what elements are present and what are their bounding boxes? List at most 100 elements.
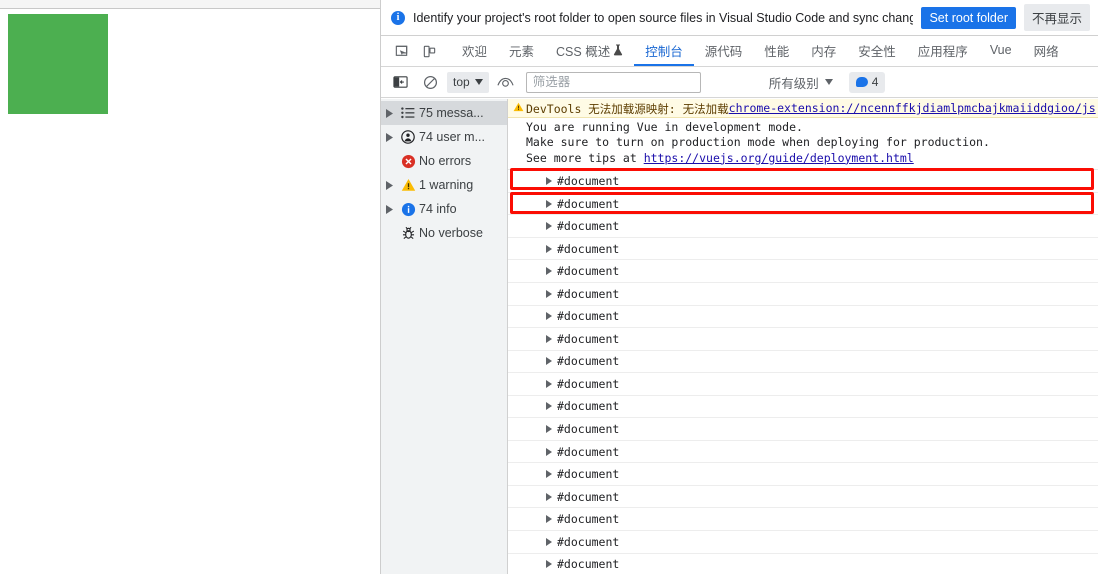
tab-application[interactable]: 应用程序 (907, 36, 979, 66)
expand-arrow-icon[interactable] (546, 176, 552, 185)
error-icon (397, 154, 419, 169)
document-row[interactable]: #document (508, 486, 1098, 509)
document-row-label: #document (557, 422, 620, 436)
source-map-warning-link[interactable]: chrome-extension://ncennffkjdiamlpmcbajk… (729, 101, 1096, 115)
tab-label: 元素 (509, 44, 535, 59)
flask-icon (613, 44, 623, 56)
document-row[interactable]: #document (508, 351, 1098, 374)
expand-arrow-icon[interactable] (546, 289, 552, 298)
vue-dev-mode-message: You are running Vue in development mode.… (508, 118, 1098, 171)
tab-label: 内存 (811, 44, 837, 59)
document-row[interactable]: #document (508, 531, 1098, 554)
expand-arrow-icon[interactable] (546, 379, 552, 388)
document-row[interactable]: #document (508, 508, 1098, 531)
sidebar-item-label: 74 user m... (419, 130, 485, 144)
sidebar-item-verbose[interactable]: No verbose (381, 221, 507, 245)
user-message-icon (397, 130, 419, 144)
devtools-panel: i Identify your project's root folder to… (380, 0, 1098, 574)
tab-welcome[interactable]: 欢迎 (451, 36, 498, 66)
document-row[interactable]: #document (508, 463, 1098, 486)
document-row[interactable]: #document (508, 396, 1098, 419)
expand-arrow-icon[interactable] (546, 560, 552, 569)
expand-arrow-icon[interactable] (546, 199, 552, 208)
tab-label: CSS 概述 (556, 44, 611, 59)
expand-arrow-icon[interactable] (546, 492, 552, 501)
source-map-warning-row[interactable]: DevTools 无法加载源映射: 无法加载 chrome-extension:/… (508, 99, 1098, 118)
document-row[interactable]: #document (508, 306, 1098, 329)
console-body: 75 messa... 74 user m... No errors 1 war… (381, 99, 1098, 574)
expand-arrow-icon[interactable] (381, 132, 397, 142)
tab-vue[interactable]: Vue (979, 36, 1023, 66)
chevron-down-icon (474, 79, 483, 85)
expand-arrow-icon[interactable] (546, 357, 552, 366)
document-row[interactable]: #document (508, 170, 1098, 193)
document-row[interactable]: #document (508, 238, 1098, 261)
tab-label: 源代码 (704, 44, 743, 59)
issues-badge[interactable]: 4 (848, 71, 886, 93)
expand-arrow-icon[interactable] (546, 447, 552, 456)
set-root-folder-button[interactable]: Set root folder (921, 6, 1016, 29)
expand-arrow-icon[interactable] (546, 470, 552, 479)
tab-memory[interactable]: 内存 (800, 36, 847, 66)
sidebar-item-label: 74 info (419, 202, 457, 216)
document-row-label: #document (557, 354, 620, 369)
sidebar-item-errors[interactable]: No errors (381, 149, 507, 173)
document-row-label: #document (557, 399, 620, 414)
document-row[interactable]: #document (508, 283, 1098, 306)
tab-css-overview[interactable]: CSS 概述 (545, 36, 634, 66)
expand-arrow-icon[interactable] (381, 108, 397, 118)
expand-arrow-icon[interactable] (546, 267, 552, 276)
console-sidebar-icon[interactable] (387, 71, 413, 93)
tab-sources[interactable]: 源代码 (694, 36, 754, 66)
vue-message-line-1: You are running Vue in development mode. (526, 120, 803, 134)
document-row[interactable]: #document (508, 418, 1098, 441)
tab-performance[interactable]: 性能 (753, 36, 800, 66)
vue-deployment-link[interactable]: https://vuejs.org/guide/deployment.html (644, 151, 914, 165)
sidebar-item-messages[interactable]: 75 messa... (381, 101, 507, 125)
document-rows-container: #document #document #document #document #doc… (508, 170, 1098, 574)
issues-count: 4 (871, 75, 879, 89)
dont-show-again-button[interactable]: 不再显示 (1023, 4, 1090, 31)
info-circle-icon (397, 202, 419, 217)
document-row[interactable]: #document (508, 215, 1098, 238)
document-row[interactable]: #document (508, 260, 1098, 283)
expand-arrow-icon[interactable] (546, 425, 552, 433)
expand-arrow-icon[interactable] (546, 244, 552, 253)
speech-bubble-icon (855, 77, 868, 87)
device-toolbar-icon[interactable] (415, 36, 443, 66)
document-row[interactable]: #document (508, 328, 1098, 351)
expand-arrow-icon[interactable] (546, 402, 552, 411)
info-icon: i (391, 10, 405, 25)
page-top-strip (0, 0, 380, 9)
expand-arrow-icon[interactable] (546, 334, 552, 343)
inspect-element-icon[interactable] (387, 36, 415, 66)
live-expression-eye-icon[interactable] (493, 71, 519, 93)
sidebar-item-label: No verbose (419, 226, 483, 240)
log-level-dropdown[interactable]: 所有级别 (763, 72, 839, 93)
execution-context-value: top (453, 75, 470, 89)
document-row-label: #document (557, 557, 620, 572)
sidebar-item-user-messages[interactable]: 74 user m... (381, 125, 507, 149)
document-row[interactable]: #document (508, 554, 1098, 574)
source-map-warning-text: DevTools 无法加载源映射: 无法加载 (526, 102, 729, 116)
tab-elements[interactable]: 元素 (498, 36, 545, 66)
filter-input[interactable] (525, 71, 701, 93)
document-row[interactable]: #document (508, 441, 1098, 464)
execution-context-dropdown[interactable]: top (447, 71, 489, 93)
document-row[interactable]: #document (508, 193, 1098, 216)
expand-arrow-icon[interactable] (546, 222, 552, 231)
expand-arrow-icon[interactable] (381, 204, 397, 214)
tab-network[interactable]: 网络 (1023, 36, 1070, 66)
sidebar-item-info[interactable]: 74 info (381, 197, 507, 221)
sidebar-item-warnings[interactable]: 1 warning (381, 173, 507, 197)
tab-security[interactable]: 安全性 (847, 36, 907, 66)
tab-label: 控制台 (645, 44, 683, 59)
document-row[interactable]: #document (508, 373, 1098, 396)
tab-console[interactable]: 控制台 (634, 36, 694, 66)
expand-arrow-icon[interactable] (381, 180, 397, 190)
expand-arrow-icon[interactable] (546, 312, 552, 321)
expand-arrow-icon[interactable] (546, 537, 552, 546)
document-row-label: #document (557, 376, 620, 391)
expand-arrow-icon[interactable] (546, 515, 552, 524)
clear-console-icon[interactable] (417, 71, 443, 93)
